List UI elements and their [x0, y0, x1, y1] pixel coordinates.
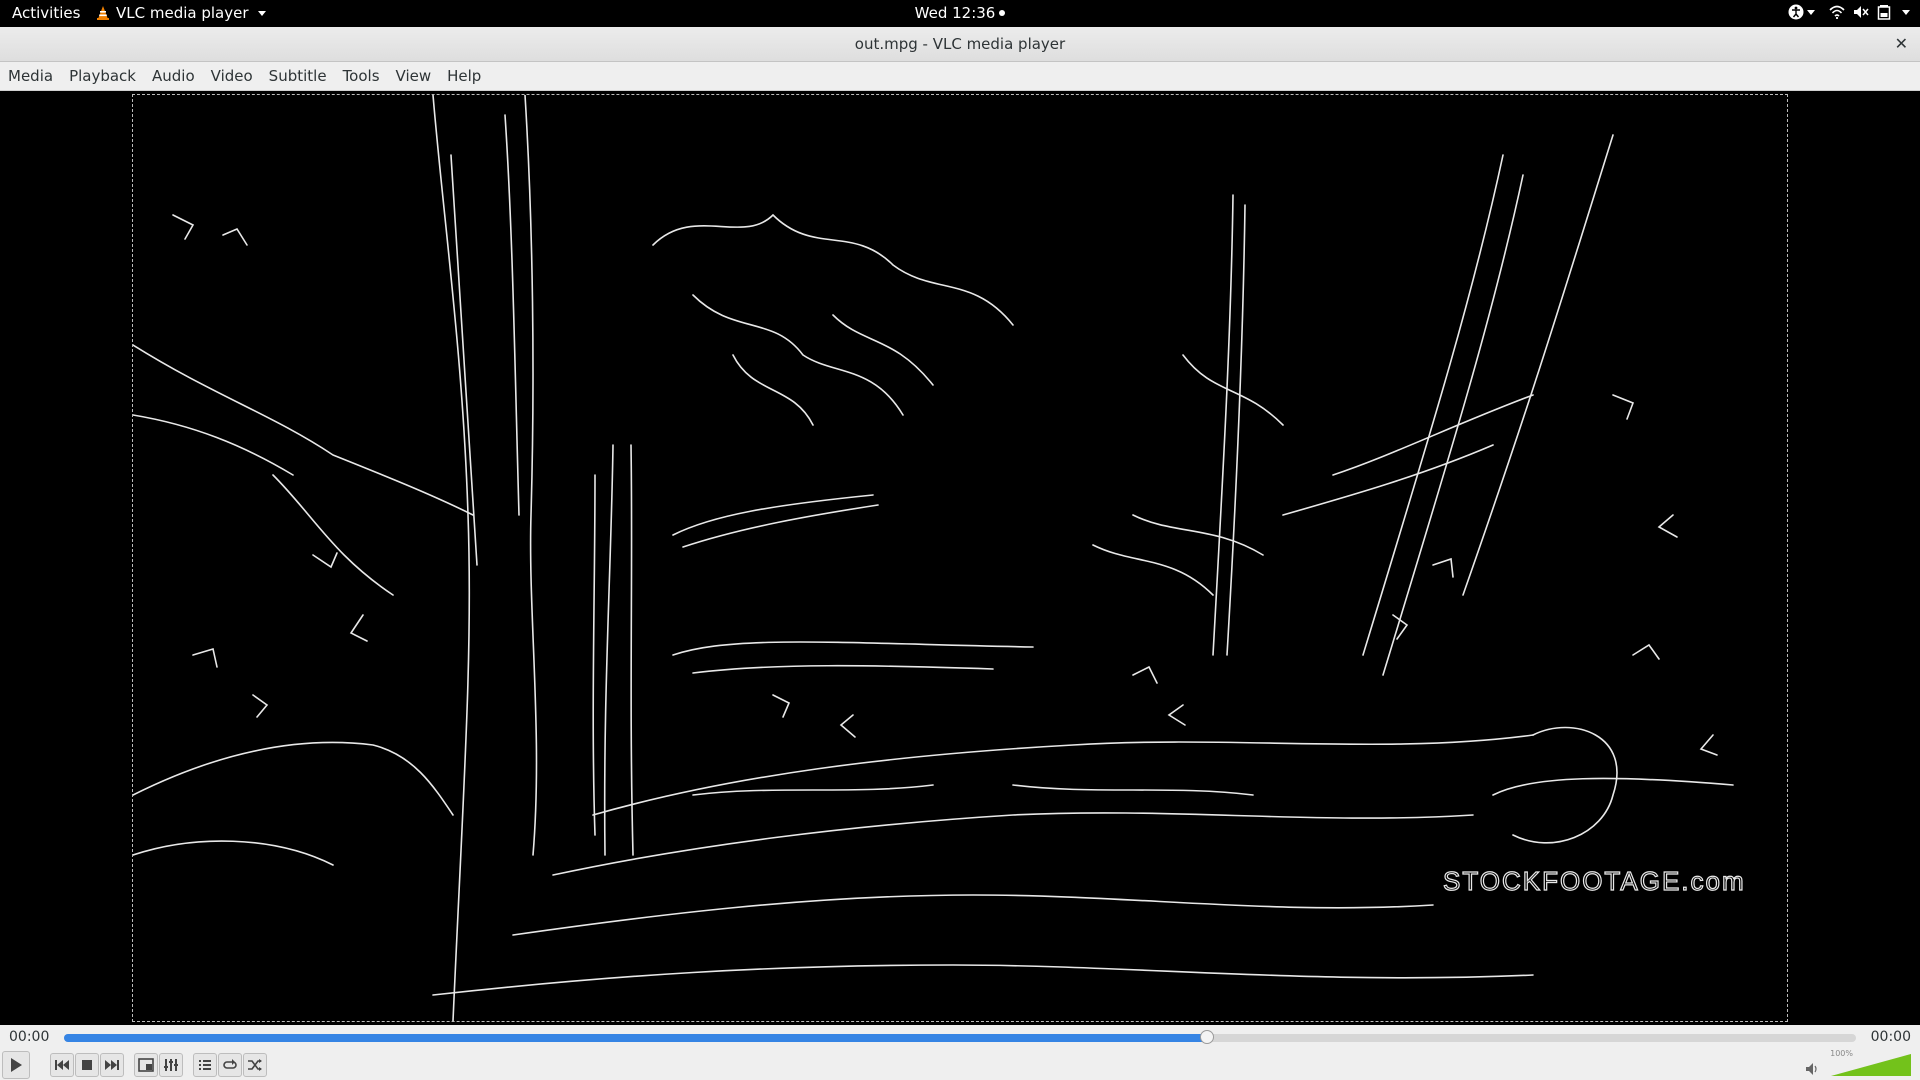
playlist-button[interactable]	[193, 1053, 217, 1077]
total-time: 00:00	[1870, 1029, 1911, 1045]
edge-detected-forest-scene: STOCKFOOTAGE.com	[133, 95, 1746, 1021]
video-display[interactable]: STOCKFOOTAGE.com	[0, 91, 1920, 1025]
clock[interactable]: Wed 12:36	[915, 4, 1006, 22]
seek-handle[interactable]	[1200, 1030, 1215, 1044]
next-button[interactable]	[100, 1053, 124, 1077]
skip-forward-icon	[105, 1060, 119, 1070]
seek-progress	[64, 1034, 1208, 1042]
loop-button[interactable]	[218, 1053, 242, 1077]
menu-media[interactable]: Media	[0, 67, 61, 85]
speaker-icon	[1806, 1063, 1817, 1075]
stop-button[interactable]	[75, 1053, 99, 1077]
volume-slider[interactable]	[1831, 1054, 1911, 1076]
window-title-bar: out.mpg - VLC media player ✕	[0, 27, 1920, 62]
system-status-area[interactable]	[1788, 4, 1910, 20]
menu-bar: Media Playback Audio Video Subtitle Tool…	[0, 62, 1920, 91]
accessibility-menu[interactable]	[1788, 4, 1815, 20]
play-icon	[11, 1058, 22, 1072]
menu-video[interactable]: Video	[203, 67, 261, 85]
battery-icon	[1877, 5, 1891, 20]
fullscreen-icon	[138, 1058, 154, 1072]
clock-text: Wed 12:36	[914, 4, 996, 22]
playback-controls: 00:00 00:00 100%	[0, 1025, 1920, 1080]
extended-settings-button[interactable]	[159, 1053, 183, 1077]
fullscreen-button[interactable]	[134, 1053, 158, 1077]
menu-playback[interactable]: Playback	[61, 67, 144, 85]
equalizer-icon	[164, 1059, 178, 1071]
chevron-down-icon	[1902, 9, 1910, 15]
menu-audio[interactable]: Audio	[144, 67, 203, 85]
stop-icon	[82, 1060, 92, 1070]
menu-help[interactable]: Help	[439, 67, 489, 85]
menu-view[interactable]: View	[388, 67, 440, 85]
elapsed-time: 00:00	[9, 1029, 50, 1045]
skip-back-icon	[55, 1060, 69, 1070]
previous-button[interactable]	[50, 1053, 74, 1077]
wifi-icon	[1829, 5, 1845, 19]
menu-subtitle[interactable]: Subtitle	[261, 67, 335, 85]
notification-dot-icon	[999, 10, 1006, 16]
video-watermark: STOCKFOOTAGE.com	[1443, 866, 1746, 896]
close-window-button[interactable]: ✕	[1895, 34, 1908, 53]
system-top-bar: Activities VLC media player Wed 12:36	[0, 0, 1920, 27]
chevron-down-icon	[1807, 9, 1815, 15]
video-frame: STOCKFOOTAGE.com	[132, 94, 1788, 1022]
window-title: out.mpg - VLC media player	[854, 35, 1066, 53]
shuffle-button[interactable]	[243, 1053, 267, 1077]
play-button[interactable]	[2, 1051, 30, 1079]
shuffle-icon	[248, 1059, 262, 1071]
repeat-icon	[223, 1059, 237, 1069]
volume-control[interactable]: 100%	[1805, 1049, 1915, 1078]
accessibility-icon	[1788, 4, 1804, 20]
playlist-icon	[199, 1060, 211, 1070]
volume-muted-icon	[1854, 6, 1869, 18]
menu-tools[interactable]: Tools	[335, 67, 388, 85]
seek-slider[interactable]	[64, 1030, 1856, 1044]
